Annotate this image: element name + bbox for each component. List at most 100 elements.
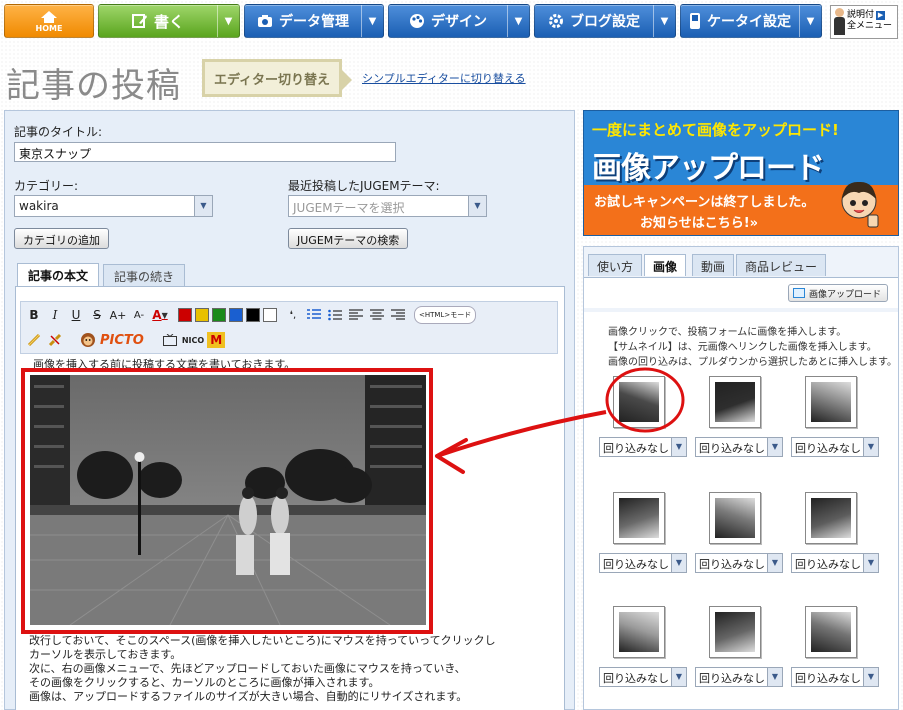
wrap-option-select[interactable]: 回り込みなし ▼ [791, 553, 879, 573]
html-mode-button[interactable]: <HTML>モード [414, 306, 477, 324]
font-size-up-button[interactable]: A+ [109, 306, 127, 324]
align-left-icon[interactable] [347, 306, 365, 324]
quote-icon[interactable]: ❛, [284, 306, 302, 324]
design-label: デザイン [431, 14, 487, 30]
wrap-option-select[interactable]: 回り込みなし ▼ [695, 553, 783, 573]
design-menu-button[interactable]: デザイン ▼ [388, 4, 530, 38]
image-thumbnail[interactable] [613, 492, 665, 544]
wrap-option-select[interactable]: 回り込みなし ▼ [599, 667, 687, 687]
pencil-icon [131, 14, 147, 28]
wrap-option-select[interactable]: 回り込みなし ▼ [695, 667, 783, 687]
promo-line-1: 一度にまとめて画像をアップロード! [592, 121, 839, 139]
tab-body[interactable]: 記事の本文 [17, 263, 100, 287]
strikethrough-button[interactable]: S [88, 306, 106, 324]
wrap-option-select[interactable]: 回り込みなし ▼ [791, 667, 879, 687]
tab-images[interactable]: 画像 [644, 254, 687, 276]
tab-usage[interactable]: 使い方 [588, 254, 643, 276]
align-center-icon[interactable] [368, 306, 386, 324]
home-label: HOME [35, 23, 63, 33]
underline-button[interactable]: U [67, 306, 85, 324]
unlink-icon[interactable] [46, 331, 64, 349]
tab-product-review[interactable]: 商品レビュー [736, 254, 827, 276]
color-swatch-red[interactable] [178, 308, 192, 322]
promo-line-4: お知らせはこちら!» [640, 216, 759, 231]
jugem-placeholder: JUGEMテーマを選択 [293, 201, 405, 215]
image-upload-label: 画像アップロード [808, 290, 881, 300]
tab-continuation[interactable]: 記事の続き [103, 264, 186, 286]
color-swatch-white[interactable] [263, 308, 277, 322]
title-input[interactable]: 東京スナップ [14, 142, 396, 162]
tab-videos[interactable]: 動画 [692, 254, 735, 276]
align-right-icon[interactable] [389, 306, 407, 324]
jugem-theme-select[interactable]: JUGEMテーマを選択 ▼ [288, 195, 487, 217]
data-menu-button[interactable]: データ管理 ▼ [244, 4, 384, 38]
page-title: 記事の投稿 [6, 66, 181, 106]
bold-button[interactable]: B [25, 306, 43, 324]
editor-text-bottom: 改行しておいて、そこのスペース(画像を挿入したいところ)にマウスを持っていってク… [29, 634, 496, 704]
image-thumbnail[interactable] [613, 376, 665, 428]
help-label-1: 説明付 [847, 10, 875, 20]
image-thumbnail[interactable] [805, 376, 857, 428]
top-nav: HOME 書く ▼ データ管理 ▼ デザイン ▼ ブログ設定 ▼ ケータイ設定 … [0, 0, 903, 44]
color-swatch-yellow[interactable] [195, 308, 209, 322]
image-upload-button[interactable]: 画像アップロード [787, 284, 888, 302]
search-jugem-button[interactable]: JUGEMテーマの検索 [288, 228, 409, 249]
tv-icon[interactable] [161, 331, 179, 349]
monkey-icon[interactable] [79, 331, 97, 349]
chevron-down-icon: ▼ [767, 668, 782, 686]
color-swatch-black[interactable] [246, 308, 260, 322]
chevron-down-icon: ▼ [671, 668, 686, 686]
mobile-phone-icon [690, 13, 700, 29]
wrap-option-select[interactable]: 回り込みなし ▼ [599, 437, 687, 457]
wrap-option-value: 回り込みなし [795, 558, 861, 571]
color-swatch-green[interactable] [212, 308, 226, 322]
category-select[interactable]: wakira ▼ [14, 195, 213, 217]
palette-icon [410, 14, 424, 28]
wrap-option-select[interactable]: 回り込みなし ▼ [791, 437, 879, 457]
font-size-down-button[interactable]: A- [130, 306, 148, 324]
thumbnail-image [715, 498, 755, 538]
blog-settings-menu-button[interactable]: ブログ設定 ▼ [534, 4, 676, 38]
wrap-option-select[interactable]: 回り込みなし ▼ [695, 437, 783, 457]
picto-button[interactable]: PICTO [100, 331, 144, 349]
mobile-settings-menu-button[interactable]: ケータイ設定 ▼ [680, 4, 822, 38]
chevron-down-icon[interactable]: ▼ [507, 5, 529, 37]
italic-button[interactable]: I [46, 306, 64, 324]
jugem-label: 最近投稿したJUGEMテーマ: [288, 179, 440, 193]
numbered-list-icon[interactable] [305, 306, 323, 324]
home-button[interactable]: HOME [4, 4, 94, 38]
font-color-button[interactable]: A ▼ [151, 306, 169, 324]
chevron-down-icon[interactable]: ▼ [217, 5, 239, 37]
upload-plus-banner[interactable]: 一度にまとめて画像をアップロード! 画像アップロードPLUS お試しキャンペーン… [583, 110, 899, 236]
image-thumbnail[interactable] [613, 606, 665, 658]
image-thumbnail[interactable] [709, 376, 761, 428]
inserted-photo[interactable] [30, 375, 426, 625]
wrap-option-select[interactable]: 回り込みなし ▼ [599, 553, 687, 573]
image-thumbnail[interactable] [805, 492, 857, 544]
m-icon[interactable]: M [207, 332, 226, 348]
chevron-down-icon[interactable]: ▼ [653, 5, 675, 37]
font-color-label: A [152, 308, 162, 322]
chevron-down-icon[interactable]: ▼ [799, 5, 821, 37]
help-menu-button[interactable]: 説明付 ▶ 全メニュー [830, 5, 898, 39]
editor-line: 改行しておいて、そこのスペース(画像を挿入したいところ)にマウスを持っていってク… [29, 634, 496, 647]
editor-switch-label: エディター切り替え [202, 59, 352, 97]
help-label-2: 全メニュー [847, 21, 893, 31]
link-icon[interactable] [25, 331, 43, 349]
blog-settings-label: ブログ設定 [570, 14, 640, 30]
add-category-button[interactable]: カテゴリの追加 [14, 228, 109, 249]
nico-button[interactable]: NICO [182, 331, 204, 349]
person-icon [833, 8, 845, 36]
image-thumbnail[interactable] [805, 606, 857, 658]
image-thumbnail[interactable] [709, 606, 761, 658]
chevron-down-icon[interactable]: ▼ [361, 5, 383, 37]
thumbnail-image [811, 612, 851, 652]
write-menu-button[interactable]: 書く ▼ [98, 4, 240, 38]
simple-editor-link[interactable]: シンプルエディターに切り替える [362, 70, 526, 86]
editor-line: 次に、右の画像メニューで、先ほどアップロードしておいた画像にマウスを持っていき、 [29, 662, 466, 675]
toolbar-row-2: PICTO NICO M [25, 329, 226, 351]
chevron-down-icon: ▼ [468, 196, 486, 216]
image-thumbnail[interactable] [709, 492, 761, 544]
color-swatch-blue[interactable] [229, 308, 243, 322]
bullet-list-icon[interactable] [326, 306, 344, 324]
